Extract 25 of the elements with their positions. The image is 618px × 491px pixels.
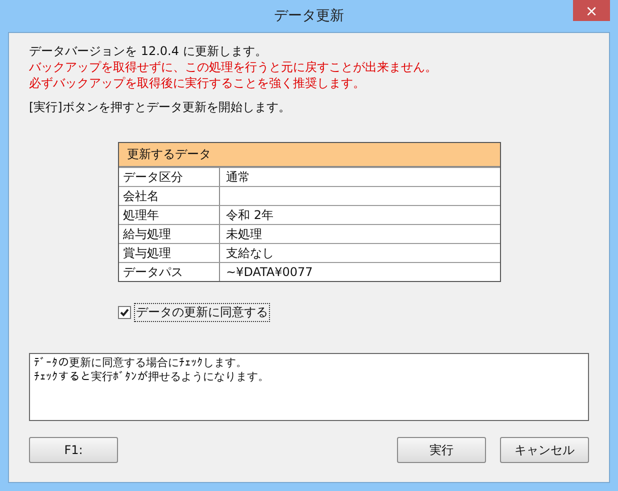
table-cell: 給与処理 <box>119 225 220 243</box>
cancel-button[interactable]: キャンセル <box>500 437 589 463</box>
table-cell: 賞与処理 <box>119 244 220 262</box>
message-text: データバージョンを 12.0.4 に更新します。 <box>29 43 268 59</box>
table-cell: 処理年 <box>119 206 220 224</box>
window-title: データ更新 <box>274 7 344 25</box>
table-cell-text: ~¥DATA¥0077 <box>225 264 314 281</box>
table-cell: データパス <box>119 263 220 281</box>
run-button[interactable]: 実行 <box>397 437 486 463</box>
help-button[interactable]: F1: <box>29 437 118 463</box>
table-cell: データ区分 <box>119 168 220 186</box>
message-text: 必ずバックアップを取得後に実行することを強く推奨します。 <box>29 75 366 91</box>
table-cell: 会社名 <box>119 187 220 205</box>
table-cell-text: 令和 2年 <box>225 207 274 224</box>
table-cell-text: 通常 <box>225 169 251 186</box>
note-text: ﾃﾞｰﾀの更新に同意する場合にﾁｪｯｸします。 <box>34 356 248 370</box>
table-cell-text: 支給なし <box>225 245 275 262</box>
checkbox[interactable] <box>118 306 131 319</box>
close-button[interactable]: × <box>573 0 610 21</box>
checkbox-label[interactable]: データの更新に同意する <box>135 304 269 321</box>
table-header: 更新するデータ <box>119 143 500 167</box>
instruction-text: [実行]ボタンを押すとデータ更新を開始します。 <box>29 99 292 116</box>
note-text: ﾁｪｯｸすると実行ﾎﾞﾀﾝが押せるようになります。 <box>34 370 270 384</box>
message-text: バックアップを取得せずに、この処理を行うと元に戻すことが出来ません。 <box>29 59 438 75</box>
table-cell-text: 未処理 <box>225 226 263 243</box>
